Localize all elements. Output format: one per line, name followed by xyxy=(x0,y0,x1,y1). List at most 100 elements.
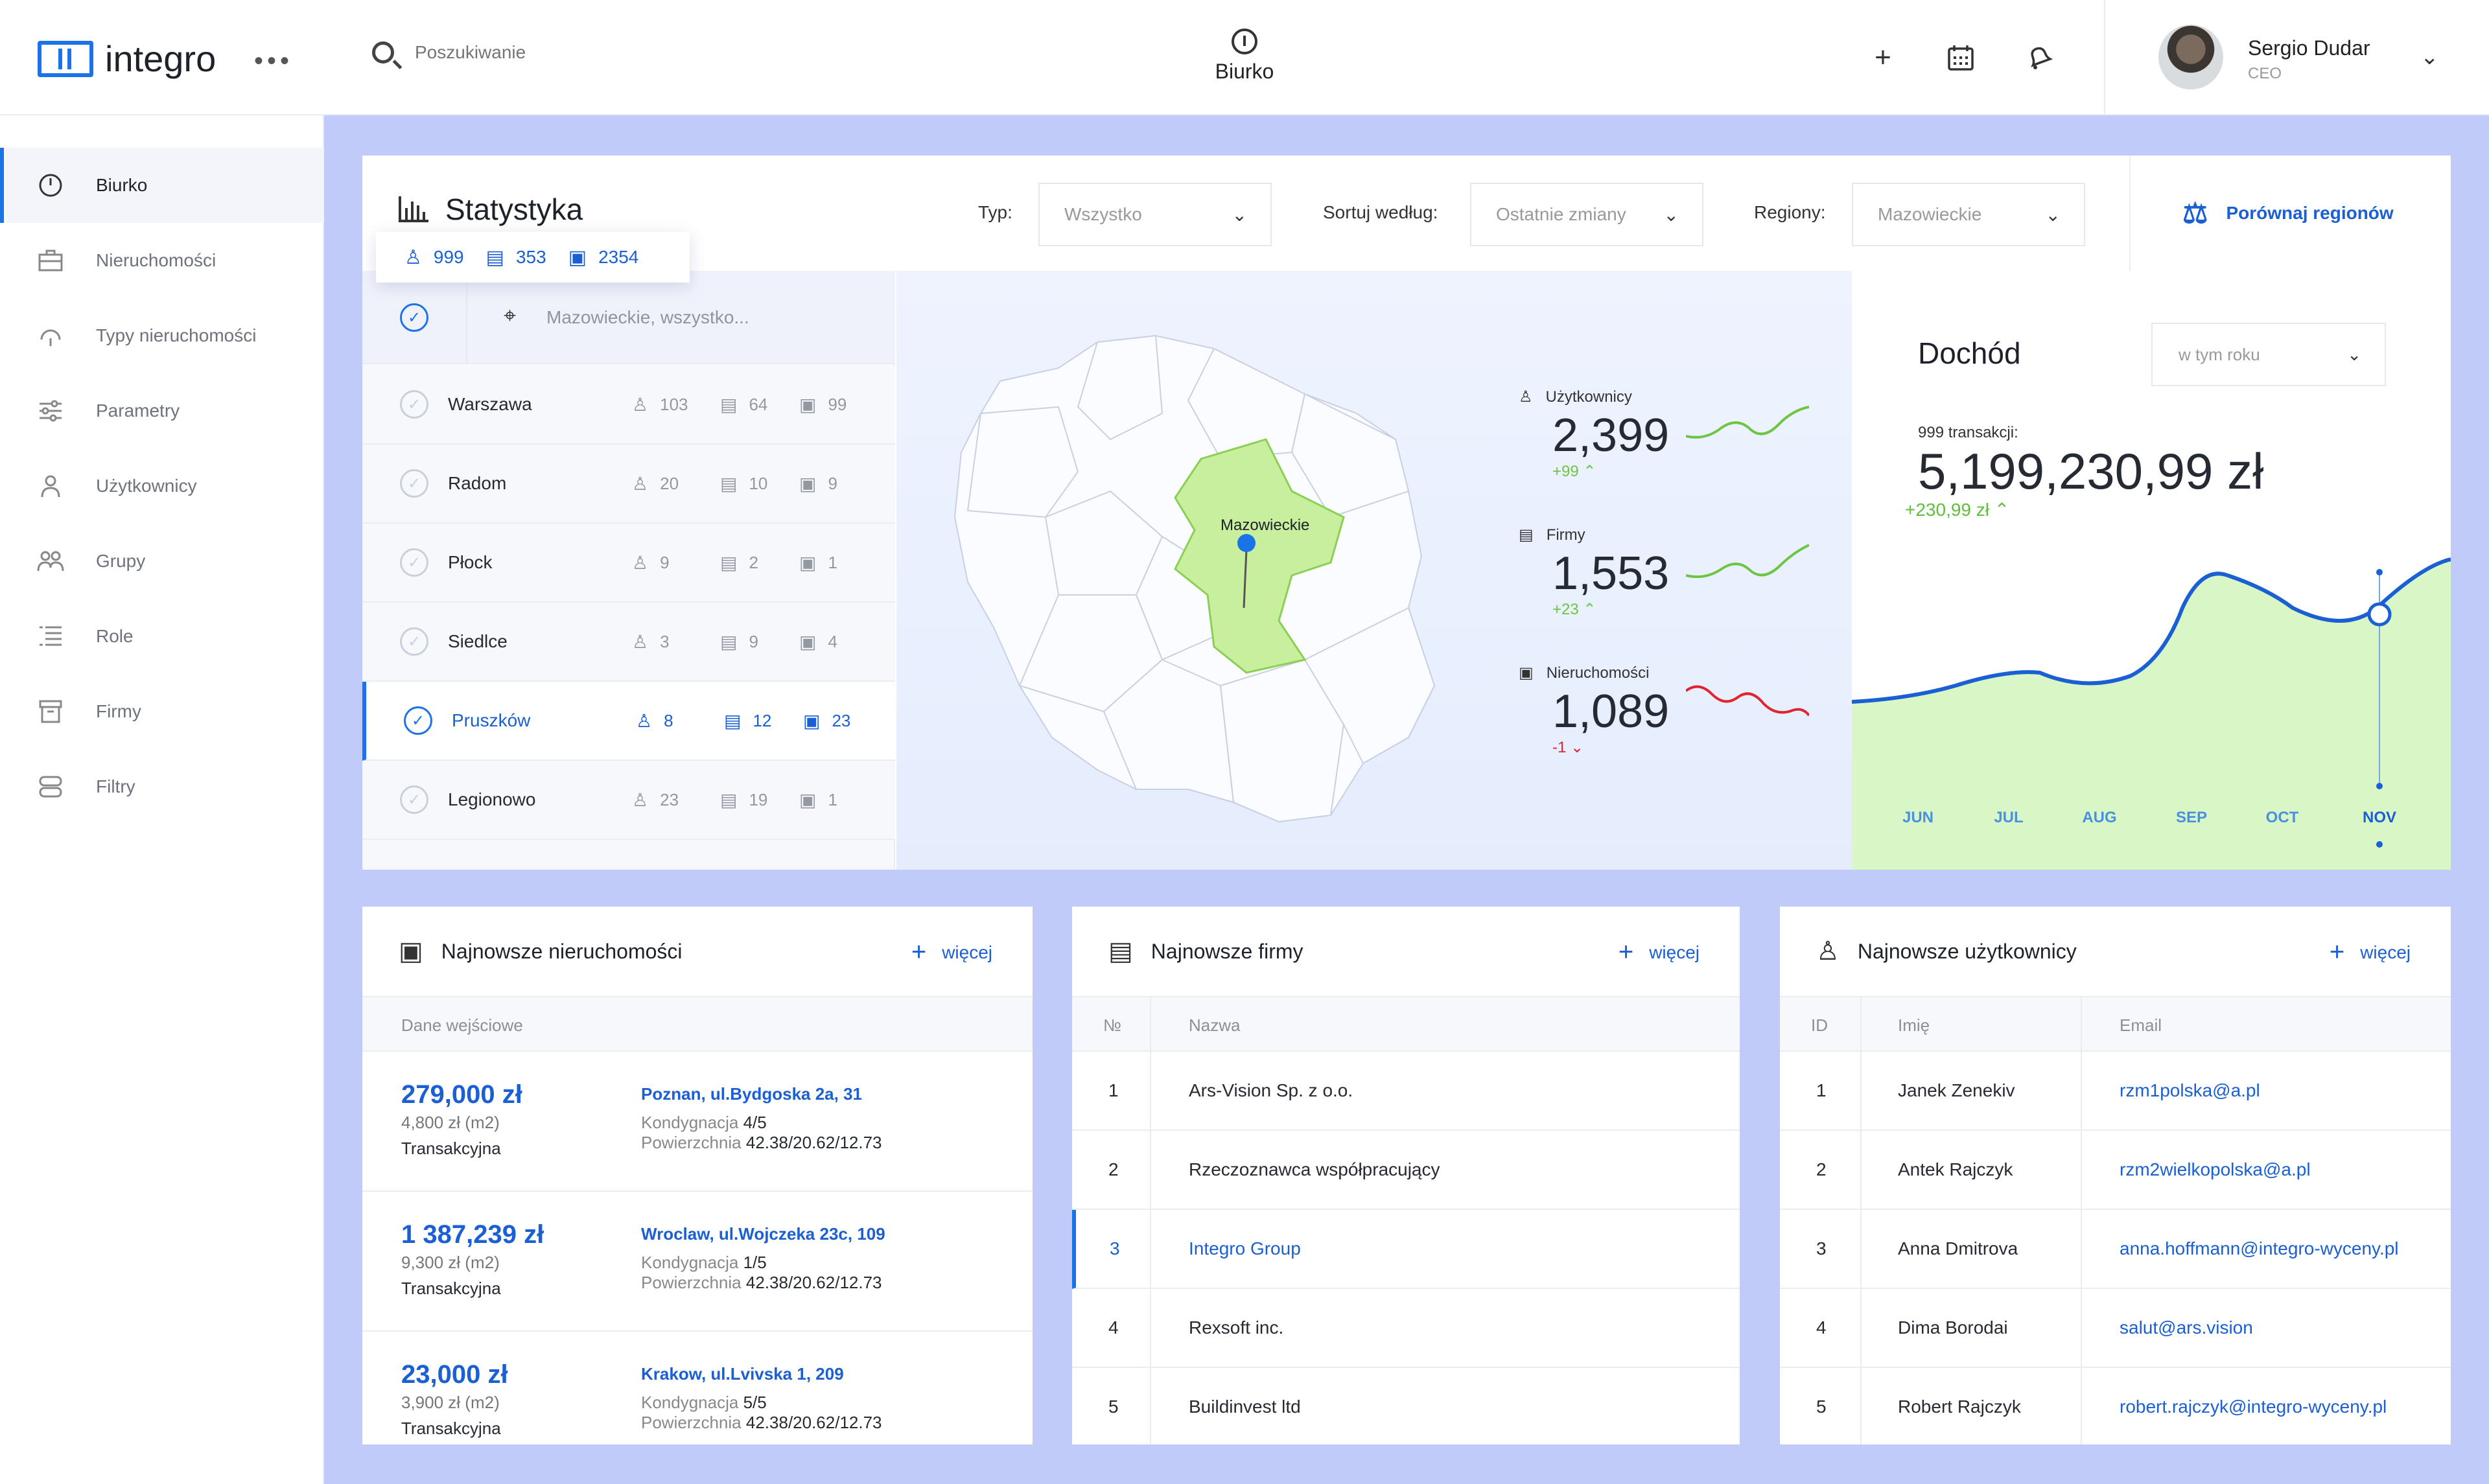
region-checkbox[interactable]: ✓ xyxy=(400,469,428,498)
table-row[interactable]: 4 Dima Borodai salut@ars.vision xyxy=(1780,1289,2451,1368)
region-firms: ▤ 2 xyxy=(720,552,758,573)
region-row[interactable]: ✓ Radom ♙ 20 ▤ 10 ▣ 9 xyxy=(362,445,895,524)
sidebar-item-typy[interactable]: Typy nieruchomości xyxy=(0,298,324,373)
logo-icon xyxy=(38,40,93,77)
calendar-icon[interactable] xyxy=(1945,41,1977,74)
briefcase-icon: ▣ xyxy=(799,394,817,415)
user-email[interactable]: salut@ars.vision xyxy=(2120,1317,2253,1338)
region-row[interactable]: ✓ Siedlce ♙ 3 ▤ 9 ▣ 4 xyxy=(362,603,895,682)
firm-name: Rzeczoznawca współpracujący xyxy=(1189,1159,1440,1179)
user-email[interactable]: rzm2wielkopolska@a.pl xyxy=(2120,1159,2311,1180)
sidebar-item-firmy[interactable]: Firmy xyxy=(0,674,324,749)
region-checkbox[interactable]: ✓ xyxy=(400,548,428,577)
map-panel: Mazowieckie ♙ Użytkownicy 2,399 +99 ⌃ ▤ Fi… xyxy=(896,271,1852,870)
table-row[interactable]: 3 Integro Group xyxy=(1072,1210,1740,1289)
firms-metric: ▤ Firmy 1,553 +23 ⌃ xyxy=(1519,526,1669,619)
table-row[interactable]: 1 Janek Zenekiv rzm1polska@a.pl xyxy=(1780,1052,2451,1131)
region-name: Radom xyxy=(448,473,507,493)
user-menu[interactable]: Sergio Dudar CEO ⌄ xyxy=(2104,0,2489,115)
user-email[interactable]: robert.rajczyk@integro-wyceny.pl xyxy=(2120,1397,2387,1417)
metric-value: 1,089 xyxy=(1552,686,1670,737)
sidebar-item-grupy[interactable]: Grupy xyxy=(0,524,324,599)
table-row[interactable]: 4 Rexsoft inc. xyxy=(1072,1289,1740,1368)
chevron-down-icon[interactable]: ⌄ xyxy=(2420,44,2439,70)
more-button[interactable]: + więcej xyxy=(911,938,992,967)
user-name: Dima Borodai xyxy=(1898,1317,2008,1338)
property-price-m2: 9,300 zł (m2) xyxy=(401,1253,500,1272)
region-checkbox[interactable]: ✓ xyxy=(400,390,428,419)
sidebar-item-biurko[interactable]: Biurko xyxy=(0,148,324,223)
region-select-value: Mazowieckie xyxy=(1878,204,1982,224)
region-properties: ▣ 23 xyxy=(803,710,851,731)
more-button[interactable]: + więcej xyxy=(1618,938,1700,967)
region-select[interactable]: Mazowieckie ⌄ xyxy=(1852,183,2085,246)
table-row[interactable]: 2 Antek Rajczyk rzm2wielkopolska@a.pl xyxy=(1780,1131,2451,1210)
logo[interactable]: integro xyxy=(38,38,216,80)
avatar[interactable] xyxy=(2158,25,2223,89)
add-icon[interactable]: + xyxy=(1867,41,1899,74)
region-checkbox[interactable]: ✓ xyxy=(404,706,432,735)
search-icon[interactable] xyxy=(372,41,394,64)
region-firms: ▤ 10 xyxy=(720,473,768,494)
table-row[interactable]: 1 Ars-Vision Sp. z o.o. xyxy=(1072,1052,1740,1131)
region-search[interactable]: Mazowieckie, wszystko... xyxy=(546,307,749,328)
more-dots-icon[interactable]: ••• xyxy=(254,47,293,76)
bell-icon[interactable] xyxy=(2022,41,2055,74)
sidebar-item-nieruchomosci[interactable]: Nieruchomości xyxy=(0,223,324,298)
month-label: OCT xyxy=(2265,809,2299,826)
region-checkbox[interactable]: ✓ xyxy=(400,627,428,656)
user-name: Janek Zenekiv xyxy=(1898,1080,2015,1100)
property-address[interactable]: Krakow, ul.Lvivska 1, 209 xyxy=(641,1364,844,1384)
property-row[interactable]: 23,000 zł 3,900 zł (m2) Transakcyjna Kra… xyxy=(362,1332,1033,1444)
user-icon: ♙ xyxy=(1816,937,1840,966)
sidebar-item-parametry[interactable]: Parametry xyxy=(0,373,324,448)
table-row[interactable]: 5 Robert Rajczyk robert.rajczyk@integro-… xyxy=(1780,1368,2451,1444)
current-page[interactable]: Biurko xyxy=(1212,29,1277,84)
user-icon: ♙ xyxy=(632,789,649,810)
type-select[interactable]: Wszystko ⌄ xyxy=(1038,183,1272,246)
column-label: Imię xyxy=(1898,1015,1930,1035)
more-button[interactable]: + więcej xyxy=(2330,938,2411,967)
sidebar-item-uzytkownicy[interactable]: Użytkownicy xyxy=(0,448,324,524)
region-row[interactable]: ✓ Płock ♙ 9 ▤ 2 ▣ 1 xyxy=(362,524,895,603)
region-users: ♙ 9 xyxy=(632,552,670,573)
table-row[interactable]: 3 Anna Dmitrova anna.hoffmann@integro-wy… xyxy=(1780,1210,2451,1289)
user-name: Antek Rajczyk xyxy=(1898,1159,2013,1179)
region-row[interactable]: ✓ Warszawa ♙ 103 ▤ 64 ▣ 99 xyxy=(362,365,895,445)
region-name: Legionowo xyxy=(448,789,536,809)
statistics-title: Statystyka xyxy=(399,192,583,227)
user-icon: ♙ xyxy=(632,631,649,652)
region-row[interactable]: ✓ Legionowo ♙ 23 ▤ 19 ▣ 1 xyxy=(362,761,895,840)
region-row[interactable]: ✓ Pruszków ♙ 8 ▤ 12 ▣ 23 xyxy=(362,682,895,761)
month-label-active[interactable]: NOV xyxy=(2354,809,2405,827)
property-row[interactable]: 279,000 zł 4,800 zł (m2) Transakcyjna Po… xyxy=(362,1052,1033,1192)
property-row[interactable]: 1 387,239 zł 9,300 zł (m2) Transakcyjna … xyxy=(362,1192,1033,1332)
region-name: Płock xyxy=(448,552,493,572)
sidebar-item-role[interactable]: Role xyxy=(0,599,324,674)
region-checkbox[interactable]: ✓ xyxy=(400,785,428,814)
user-email[interactable]: anna.hoffmann@integro-wyceny.pl xyxy=(2120,1238,2399,1259)
property-price: 279,000 zł xyxy=(401,1080,522,1109)
column-label: Email xyxy=(2120,1015,2162,1035)
income-chart[interactable] xyxy=(1852,271,2451,870)
sidebar-item-filtry[interactable]: Filtry xyxy=(0,749,324,824)
user-icon: ♙ xyxy=(636,710,653,731)
poland-map[interactable]: Mazowieckie xyxy=(942,323,1447,841)
app-name: integro xyxy=(105,38,216,79)
property-price: 1 387,239 zł xyxy=(401,1220,544,1249)
chevron-down-icon: ⌄ xyxy=(1663,204,1679,225)
compare-regions-button[interactable]: ⚖ Porównaj regionów xyxy=(2129,156,2451,271)
briefcase-icon: ▣ xyxy=(399,937,423,966)
search-input[interactable] xyxy=(415,42,804,63)
table-row[interactable]: 2 Rzeczoznawca współpracujący xyxy=(1072,1131,1740,1210)
metric-value: 1,553 xyxy=(1552,548,1670,599)
property-address[interactable]: Wroclaw, ul.Wojczeka 23c, 109 xyxy=(641,1224,885,1244)
sort-select[interactable]: Ostatnie zmiany ⌄ xyxy=(1470,183,1703,246)
user-email[interactable]: rzm1polska@a.pl xyxy=(2120,1080,2260,1101)
table-row[interactable]: 5 Buildinvest ltd xyxy=(1072,1368,1740,1444)
property-type: Transakcyjna xyxy=(401,1279,501,1298)
select-all-checkbox[interactable]: ✓ xyxy=(400,303,428,332)
property-address[interactable]: Poznan, ul.Bydgoska 2a, 31 xyxy=(641,1084,862,1104)
briefcase-icon: ▣ xyxy=(799,789,817,810)
region-users: ♙ 3 xyxy=(632,631,670,652)
